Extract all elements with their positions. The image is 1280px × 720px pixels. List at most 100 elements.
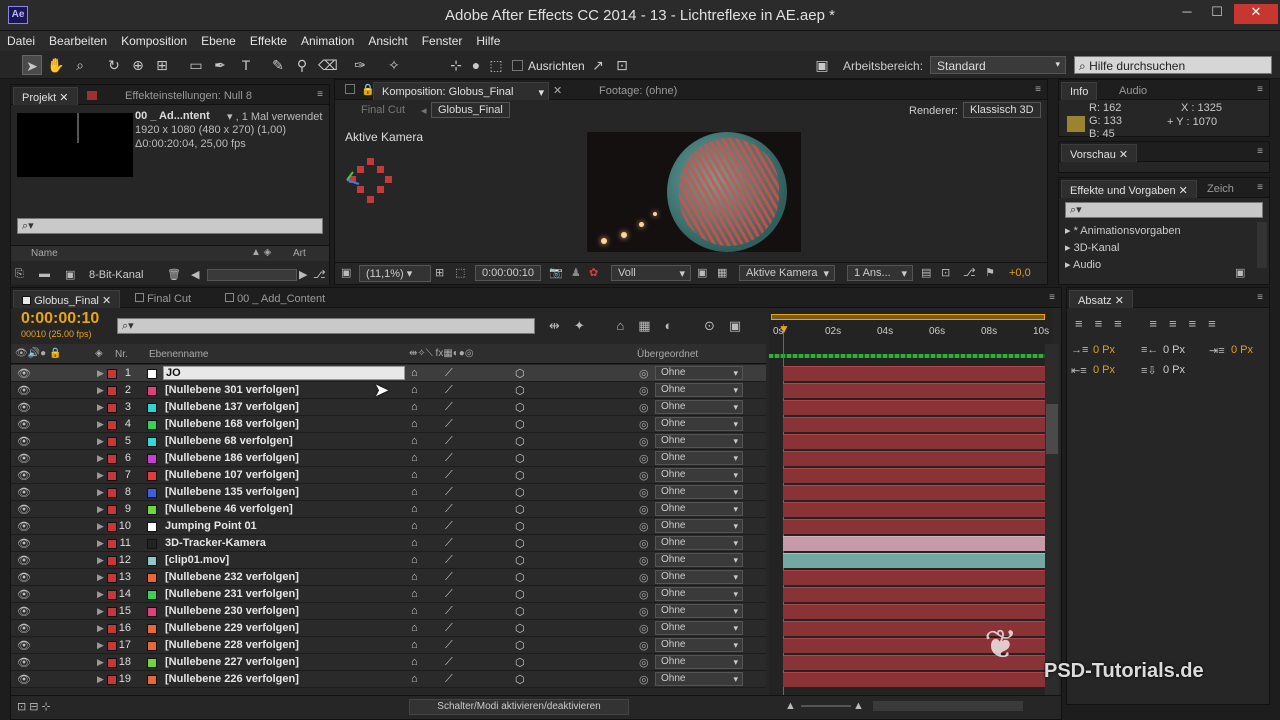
tab-project[interactable]: Projekt ✕ <box>13 87 78 105</box>
new-preset-icon[interactable]: ▣ <box>1235 266 1245 279</box>
preview-menu-icon[interactable]: ≡ <box>1257 146 1263 157</box>
tab-composition[interactable]: Komposition: Globus_Final ▾ <box>373 82 549 100</box>
show-snapshot-icon[interactable]: ♟ <box>571 266 581 279</box>
zoom-out-icon[interactable]: ▲ <box>785 700 796 712</box>
brush-tool-icon[interactable]: ✎ <box>268 55 288 75</box>
views-select[interactable]: 1 Ans... ▾ <box>847 265 913 281</box>
hand-tool-icon[interactable]: ✋ <box>46 55 66 75</box>
snap-icon[interactable]: ↗ <box>588 55 608 75</box>
flowchart-icon[interactable]: ⎇ <box>313 268 326 281</box>
zoom-in-icon[interactable]: ▲ <box>853 700 864 712</box>
text-tool-icon[interactable]: T <box>236 55 256 75</box>
layer-switches-toggle-icon[interactable]: ⊡ ⊟ ⊹ <box>17 700 51 713</box>
tab-preview[interactable]: Vorschau ✕ <box>1061 144 1138 162</box>
layer-duration-bar[interactable] <box>783 553 1047 568</box>
pen-tool-icon[interactable]: ✒ <box>210 55 230 75</box>
pan-behind-icon[interactable]: ⊞ <box>152 55 172 75</box>
effects-search-input[interactable]: ⌕▾ <box>1065 202 1263 218</box>
menu-effekte[interactable]: Effekte <box>243 31 294 48</box>
layer-duration-bar[interactable] <box>783 485 1047 500</box>
camera-orbit-icon[interactable]: ⊕ <box>128 55 148 75</box>
fast-preview-icon[interactable]: ▤ <box>921 266 931 279</box>
space-after-value[interactable]: 0 Px <box>1163 364 1185 376</box>
trash-icon[interactable]: 🗑 <box>167 268 181 281</box>
info-menu-icon[interactable]: ≡ <box>1257 84 1263 95</box>
interpret-footage-icon[interactable]: ⎘ <box>15 268 24 281</box>
world-axis-icon[interactable]: ● <box>466 55 486 75</box>
tab-close-icon[interactable]: ✕ <box>553 84 562 97</box>
new-folder-icon[interactable]: ▬ <box>39 268 50 280</box>
preview-toggle-icon[interactable]: ▣ <box>341 266 351 279</box>
effects-menu-icon[interactable]: ≡ <box>1257 182 1263 193</box>
viewer-menu-icon[interactable]: ≡ <box>1035 84 1041 95</box>
tab-final-cut[interactable]: Final Cut <box>127 290 199 308</box>
current-timecode[interactable]: 0:00:00:10 <box>21 310 99 328</box>
toggle-switches-modes-button[interactable]: Schalter/Modi aktivieren/deaktivieren <box>409 699 629 715</box>
indent-first-value[interactable]: 0 Px <box>1231 344 1253 356</box>
rectangle-tool-icon[interactable]: ▭ <box>186 55 206 75</box>
view-axis-icon[interactable]: ⬚ <box>486 55 506 75</box>
layer-duration-bar[interactable] <box>783 604 1047 619</box>
channel-icon[interactable]: ✿ <box>589 266 598 279</box>
timeline-search-input[interactable]: ⌕▾ <box>117 318 535 334</box>
project-scrollbar[interactable] <box>207 269 297 281</box>
timeline-zoom-slider[interactable] <box>801 705 851 707</box>
indent-left-value[interactable]: 0 Px <box>1093 344 1115 356</box>
align-checkbox[interactable] <box>512 60 523 71</box>
layer-duration-bar[interactable] <box>783 519 1055 534</box>
close-button[interactable]: ✕ <box>1234 4 1278 24</box>
layer-duration-bar[interactable] <box>783 383 1047 398</box>
menu-bearbeiten[interactable]: Bearbeiten <box>42 31 114 48</box>
work-area-bar[interactable] <box>771 314 1045 320</box>
workspace-select[interactable]: Standard ▾ <box>930 56 1066 74</box>
alignment-buttons[interactable]: ≡≡≡ ≡≡≡≡ <box>1075 316 1228 331</box>
layer-duration-bar[interactable] <box>783 502 1047 517</box>
layer-duration-bar[interactable] <box>783 587 1047 602</box>
scroll-right-icon[interactable]: ▶ <box>299 268 307 281</box>
layer-duration-bar[interactable] <box>783 366 1047 381</box>
tab-info[interactable]: Info <box>1061 82 1098 100</box>
selection-tool-icon[interactable]: ➤ <box>22 55 42 75</box>
layer-duration-bar[interactable] <box>783 400 1047 415</box>
breadcrumb-final-cut[interactable]: Final Cut <box>361 104 405 116</box>
menu-komposition[interactable]: Komposition <box>114 31 194 48</box>
tab-character[interactable]: Zeich <box>1199 180 1242 198</box>
sort-icon[interactable]: ▲ ◈ <box>251 247 271 258</box>
project-search-input[interactable]: ⌕▾ <box>17 218 323 234</box>
layer-duration-bar[interactable] <box>783 434 1047 449</box>
tab-paragraph[interactable]: Absatz ✕ <box>1069 290 1133 308</box>
exposure-value[interactable]: +0,0 <box>1009 267 1031 279</box>
mask-icon[interactable]: ⬚ <box>455 266 465 279</box>
timeline-menu-icon[interactable]: ≡ <box>1049 292 1055 303</box>
layer-duration-bar[interactable] <box>783 451 1047 466</box>
exposure-reset-icon[interactable]: ⚑ <box>985 266 995 279</box>
layer-duration-bar[interactable] <box>783 417 1047 432</box>
snap-box-icon[interactable]: ⊡ <box>612 55 632 75</box>
zoom-select[interactable]: (11,1%) ▾ <box>359 265 431 282</box>
space-before-value[interactable]: 0 Px <box>1093 364 1115 376</box>
tab-audio[interactable]: Audio <box>1111 82 1155 100</box>
zoom-tool-icon[interactable]: ⌕ <box>70 55 90 75</box>
timeline-switch-icons[interactable]: ⇹✦ ⌂▦◐ ⊙▣ <box>549 318 755 334</box>
local-axis-icon[interactable]: ⊹ <box>446 55 466 75</box>
menu-fenster[interactable]: Fenster <box>415 31 470 48</box>
minimize-button[interactable]: ─ <box>1172 4 1202 24</box>
renderer-button[interactable]: Klassisch 3D <box>963 102 1041 118</box>
layer-duration-bar[interactable] <box>783 536 1047 551</box>
eraser-tool-icon[interactable]: ⌫ <box>318 55 338 75</box>
effects-item[interactable]: ▸ * Animationsvorgaben <box>1065 224 1181 237</box>
viewer-checkbox[interactable] <box>345 84 355 94</box>
rotate-tool-icon[interactable]: ↻ <box>104 55 124 75</box>
timeline-scrollbar[interactable] <box>1045 344 1059 696</box>
timeline-icon[interactable]: ⊡ <box>941 266 950 279</box>
region-icon[interactable]: ▣ <box>697 266 707 279</box>
transparency-grid-icon[interactable]: ▦ <box>717 266 727 279</box>
tab-globus-final[interactable]: Globus_Final ✕ <box>13 290 121 308</box>
menu-datei[interactable]: Datei <box>0 31 42 48</box>
view-select[interactable]: Aktive Kamera ▾ <box>739 265 835 281</box>
help-search-input[interactable]: ⌕ Hilfe durchsuchen <box>1074 56 1272 74</box>
bit-depth-label[interactable]: 8-Bit-Kanal <box>89 269 143 281</box>
new-comp-icon[interactable]: ▣ <box>65 268 75 281</box>
menu-hilfe[interactable]: Hilfe <box>469 31 507 48</box>
menu-ebene[interactable]: Ebene <box>194 31 243 48</box>
